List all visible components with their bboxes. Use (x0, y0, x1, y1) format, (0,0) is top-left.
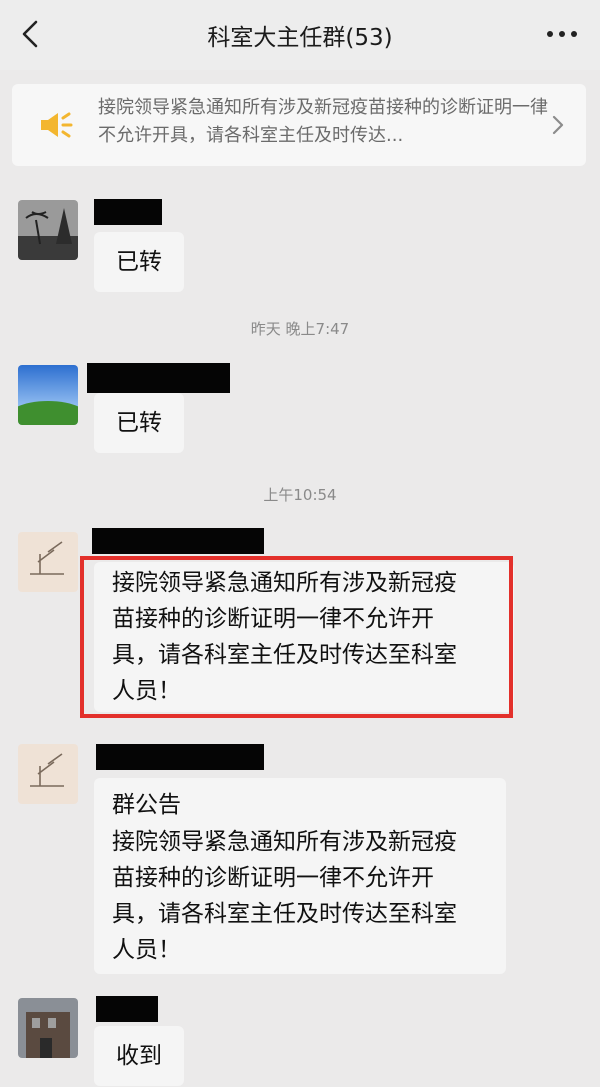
avatar-palm-trees[interactable] (18, 200, 78, 260)
avatar-sketch[interactable] (18, 744, 78, 804)
message-bubble[interactable]: 收到 (94, 1026, 184, 1086)
timestamp: 上午10:54 (263, 486, 337, 504)
chat-header: 科室大主任群(53) (0, 0, 600, 70)
chat-title: 科室大主任群(53) (207, 25, 393, 51)
avatar-grass-field[interactable] (18, 365, 78, 425)
group-notice-text: 接院领导紧急通知所有涉及新冠疫 苗接种的诊断证明一律不允许开 具，请各科室主任及… (112, 829, 457, 963)
more-ellipsis-icon[interactable] (542, 22, 582, 46)
avatar-sketch[interactable] (18, 532, 78, 592)
red-highlight-box (80, 556, 513, 718)
redacted-sender-name (94, 199, 162, 225)
redacted-sender-name (96, 744, 264, 770)
group-notice-heading: 群公告 (112, 792, 181, 818)
message-bubble[interactable]: 已转 (94, 232, 184, 292)
back-chevron-icon[interactable] (14, 16, 50, 52)
announcement-text: 接院领导紧急通知所有涉及新冠疫苗接种的诊断证明一律不允许开具，请各科室主任及时传… (98, 97, 548, 146)
redacted-sender-name (87, 363, 230, 393)
speaker-icon (41, 112, 73, 138)
redacted-sender-name (92, 528, 264, 554)
announcement-bar[interactable]: 接院领导紧急通知所有涉及新冠疫苗接种的诊断证明一律不允许开具，请各科室主任及时传… (12, 84, 586, 166)
timestamp: 昨天 晚上7:47 (250, 320, 350, 338)
chevron-right-icon (552, 115, 564, 135)
group-notice-card[interactable]: 群公告 接院领导紧急通知所有涉及新冠疫 苗接种的诊断证明一律不允许开 具，请各科… (94, 778, 506, 974)
avatar-building[interactable] (18, 998, 78, 1058)
redacted-sender-name (96, 996, 158, 1022)
message-bubble[interactable]: 已转 (94, 393, 184, 453)
